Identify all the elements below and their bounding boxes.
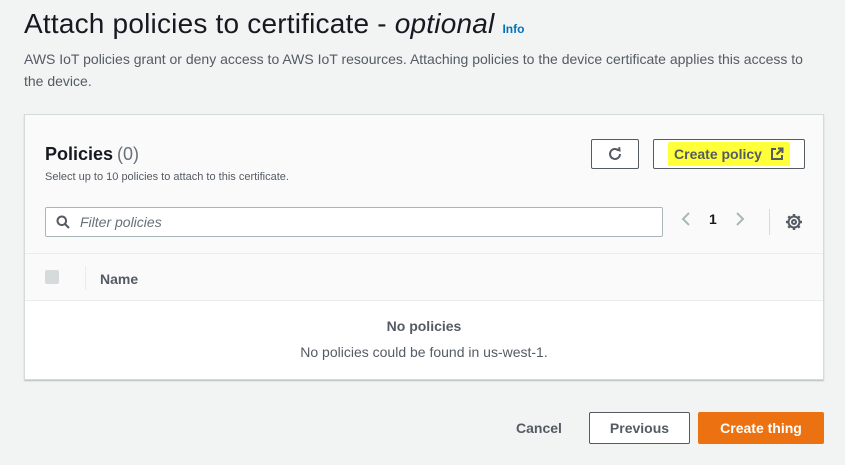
policies-subtext: Select up to 10 policies to attach to th… [45, 171, 289, 183]
create-policy-highlight: Create policy [668, 142, 790, 166]
page-title-optional: optional [394, 8, 495, 39]
external-link-icon [770, 147, 784, 160]
create-thing-button[interactable]: Create thing [698, 412, 824, 444]
policies-heading-label: Policies [45, 144, 114, 164]
search-icon [56, 215, 70, 229]
filter-policies-input[interactable] [78, 213, 642, 231]
page-description: AWS IoT policies grant or deny access to… [24, 51, 803, 89]
policies-count: (0) [117, 144, 140, 164]
empty-state-title: No policies [386, 318, 462, 334]
page-title: Attach policies to certificate - optiona… [24, 8, 494, 40]
title-row: Attach policies to certificate - optiona… [24, 8, 821, 40]
cancel-button[interactable]: Cancel [506, 412, 572, 444]
refresh-icon [609, 147, 621, 160]
policies-panel: Policies (0) Select up to 10 policies to … [24, 114, 824, 380]
table-settings-button[interactable] [785, 213, 803, 236]
policies-heading: Policies (0) [45, 144, 139, 165]
filter-policies-field[interactable] [45, 207, 663, 237]
refresh-button[interactable] [591, 139, 639, 169]
previous-button[interactable]: Previous [589, 412, 690, 444]
page-title-text: Attach policies to certificate - [24, 8, 395, 39]
select-all-checkbox[interactable] [45, 270, 59, 284]
info-link[interactable]: Info [502, 22, 524, 36]
chevron-left-icon[interactable] [681, 211, 691, 227]
page-header: Attach policies to certificate - optiona… [24, 8, 821, 92]
chevron-right-icon[interactable] [735, 211, 745, 227]
create-policy-button[interactable]: Create policy [653, 139, 805, 169]
page-number[interactable]: 1 [709, 211, 717, 227]
table-header: Name [25, 253, 823, 301]
pagination: 1 [681, 211, 745, 227]
column-header-name[interactable]: Name [100, 271, 138, 287]
empty-state-message: No policies could be found in us-west-1. [300, 344, 548, 360]
gear-icon [786, 214, 802, 230]
column-divider [85, 266, 86, 290]
create-policy-label: Create policy [674, 146, 762, 162]
pager-divider [769, 209, 770, 235]
